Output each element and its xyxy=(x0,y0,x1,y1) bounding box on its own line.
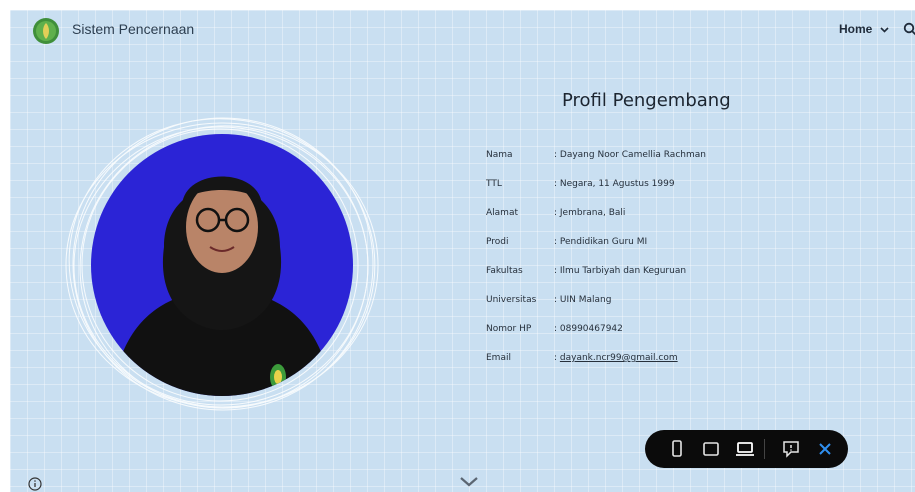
site-title[interactable]: Sistem Pencernaan xyxy=(72,21,194,37)
nav-home-label: Home xyxy=(839,22,873,36)
field-label: Prodi xyxy=(486,237,509,247)
page-title: Profil Pengembang xyxy=(562,90,731,111)
field-label: TTL xyxy=(486,179,502,189)
profile-photo xyxy=(60,115,385,415)
field-label: Email xyxy=(486,353,511,363)
field-value: : Dayang Noor Camellia Rachman xyxy=(554,150,706,160)
field-value: : Jembrana, Bali xyxy=(554,208,626,218)
preview-toolbar xyxy=(645,430,848,468)
top-bar: Sistem Pencernaan Home xyxy=(10,10,915,50)
field-value: : dayank.ncr99@gmail.com xyxy=(554,353,678,363)
field-value: : UIN Malang xyxy=(554,295,612,305)
field-value: : Negara, 11 Agustus 1999 xyxy=(554,179,675,189)
nav-home-menu[interactable]: Home xyxy=(839,22,889,36)
close-icon[interactable] xyxy=(815,439,835,459)
field-label: Fakultas xyxy=(486,266,523,276)
page: Sistem Pencernaan Home Profil Pengembang… xyxy=(10,10,915,492)
scroll-down-chevron-icon[interactable] xyxy=(459,476,479,488)
field-label: Nama xyxy=(486,150,513,160)
toolbar-divider xyxy=(764,439,765,459)
field-value: : 08990467942 xyxy=(554,324,623,334)
tablet-view-icon[interactable] xyxy=(701,439,721,459)
chevron-down-icon xyxy=(880,27,889,33)
field-value: : Ilmu Tarbiyah dan Keguruan xyxy=(554,266,687,276)
search-icon[interactable] xyxy=(903,22,915,36)
email-link[interactable]: dayank.ncr99@gmail.com xyxy=(560,353,678,363)
field-label: Nomor HP xyxy=(486,324,532,334)
field-label: Alamat xyxy=(486,208,518,218)
site-logo[interactable] xyxy=(32,17,60,45)
mobile-view-icon[interactable] xyxy=(667,439,687,459)
info-icon[interactable] xyxy=(28,477,42,491)
field-label: Universitas xyxy=(486,295,537,305)
desktop-view-icon[interactable] xyxy=(735,439,755,459)
field-value: : Pendidikan Guru MI xyxy=(554,237,648,247)
feedback-icon[interactable] xyxy=(781,439,801,459)
